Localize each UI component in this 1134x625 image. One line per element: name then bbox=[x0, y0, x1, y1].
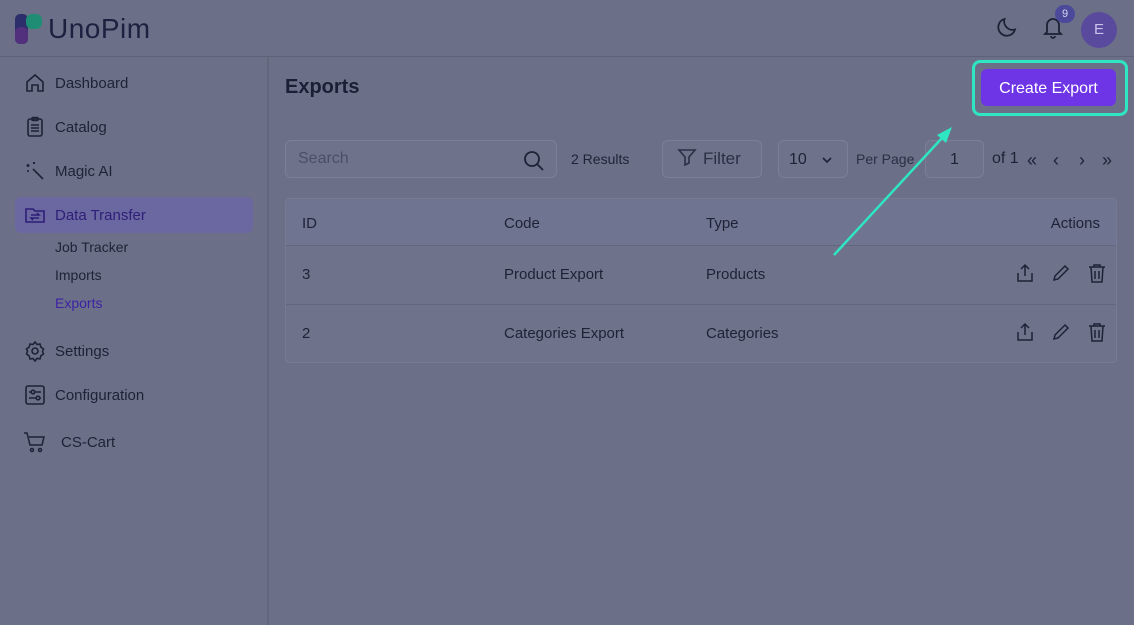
sidebar-item-settings[interactable]: Settings bbox=[15, 333, 253, 369]
sidebar-item-label: Configuration bbox=[55, 386, 145, 404]
sidebar-item-cs-cart[interactable]: CS-Cart bbox=[15, 424, 253, 460]
sliders-icon bbox=[23, 383, 47, 407]
search-input[interactable]: Search bbox=[298, 150, 349, 168]
cell-code: Product Export bbox=[504, 266, 604, 283]
edit-icon[interactable] bbox=[1050, 262, 1072, 284]
per-page-select[interactable]: 10 bbox=[778, 140, 848, 178]
clipboard-icon bbox=[23, 115, 47, 139]
gear-icon bbox=[23, 339, 47, 363]
folder-transfer-icon bbox=[23, 203, 47, 227]
column-header-id[interactable]: ID bbox=[302, 215, 317, 232]
per-page-label: Per Page bbox=[856, 151, 915, 167]
table-header: ID Code Type Actions bbox=[286, 199, 1116, 246]
sidebar-item-magic-ai[interactable]: Magic AI bbox=[15, 153, 253, 189]
sidebar-subitem-job-tracker[interactable]: Job Tracker bbox=[55, 239, 128, 255]
sidebar-item-label: Settings bbox=[55, 342, 110, 360]
page-total-label: of 1 bbox=[992, 150, 1019, 167]
filter-button[interactable]: Filter bbox=[662, 140, 762, 178]
dark-mode-toggle[interactable] bbox=[992, 14, 1022, 44]
filter-label: Filter bbox=[703, 149, 741, 168]
cell-type: Categories bbox=[706, 325, 779, 342]
sidebar: Dashboard Catalog Magic AI Data Transfer… bbox=[0, 57, 269, 625]
last-page-button[interactable]: » bbox=[1102, 150, 1112, 170]
first-page-button[interactable]: « bbox=[1027, 150, 1037, 170]
column-header-actions: Actions bbox=[1050, 215, 1100, 232]
user-avatar[interactable]: E bbox=[1081, 12, 1117, 48]
exports-table: ID Code Type Actions 3 Product Export Pr… bbox=[285, 198, 1117, 363]
table-row: 2 Categories Export Categories bbox=[286, 305, 1116, 364]
sidebar-item-label: Catalog bbox=[55, 118, 107, 136]
column-header-type[interactable]: Type bbox=[706, 215, 739, 232]
prev-page-button[interactable]: ‹ bbox=[1053, 150, 1059, 170]
cell-type: Products bbox=[706, 266, 766, 283]
chevron-down-icon bbox=[821, 153, 833, 171]
app-logo[interactable]: UnoPim bbox=[14, 13, 151, 45]
sidebar-item-label: Dashboard bbox=[55, 74, 129, 92]
results-count: 2 Results bbox=[571, 151, 630, 167]
sidebar-subitem-imports[interactable]: Imports bbox=[55, 267, 102, 283]
sidebar-item-catalog[interactable]: Catalog bbox=[15, 109, 253, 145]
page-title: Exports bbox=[285, 76, 360, 98]
app-name: UnoPim bbox=[48, 13, 151, 44]
column-header-code[interactable]: Code bbox=[504, 215, 540, 232]
page-number-input[interactable]: 1 bbox=[925, 140, 984, 178]
sidebar-item-dashboard[interactable]: Dashboard bbox=[15, 65, 253, 101]
search-box[interactable]: Search bbox=[285, 140, 557, 178]
magic-wand-icon bbox=[23, 159, 47, 183]
sidebar-subitem-exports[interactable]: Exports bbox=[55, 295, 102, 311]
delete-icon[interactable] bbox=[1086, 262, 1108, 284]
search-icon[interactable] bbox=[522, 149, 546, 178]
create-export-highlight: Create Export bbox=[972, 60, 1128, 116]
cell-id: 3 bbox=[302, 266, 311, 283]
logo-mark-icon bbox=[14, 13, 44, 45]
export-icon[interactable] bbox=[1014, 321, 1036, 343]
moon-icon bbox=[995, 15, 1019, 44]
cell-id: 2 bbox=[302, 325, 311, 342]
edit-icon[interactable] bbox=[1050, 321, 1072, 343]
next-page-button[interactable]: › bbox=[1079, 150, 1085, 170]
per-page-value: 10 bbox=[789, 151, 807, 168]
cell-code: Categories Export bbox=[504, 325, 625, 342]
top-header: UnoPim 9 E bbox=[0, 0, 1134, 57]
export-icon[interactable] bbox=[1014, 262, 1036, 284]
sidebar-item-label: Magic AI bbox=[55, 162, 113, 180]
create-export-button[interactable]: Create Export bbox=[981, 69, 1116, 106]
sidebar-item-label: CS-Cart bbox=[61, 433, 116, 451]
table-row: 3 Product Export Products bbox=[286, 246, 1116, 305]
cart-icon bbox=[23, 430, 47, 454]
sidebar-item-label: Data Transfer bbox=[55, 206, 146, 224]
filter-icon bbox=[677, 147, 697, 172]
sidebar-item-configuration[interactable]: Configuration bbox=[15, 377, 253, 413]
sidebar-item-data-transfer[interactable]: Data Transfer bbox=[15, 197, 253, 233]
delete-icon[interactable] bbox=[1086, 321, 1108, 343]
home-icon bbox=[23, 71, 47, 95]
page-number-value: 1 bbox=[950, 151, 959, 168]
notification-badge: 9 bbox=[1055, 5, 1075, 23]
